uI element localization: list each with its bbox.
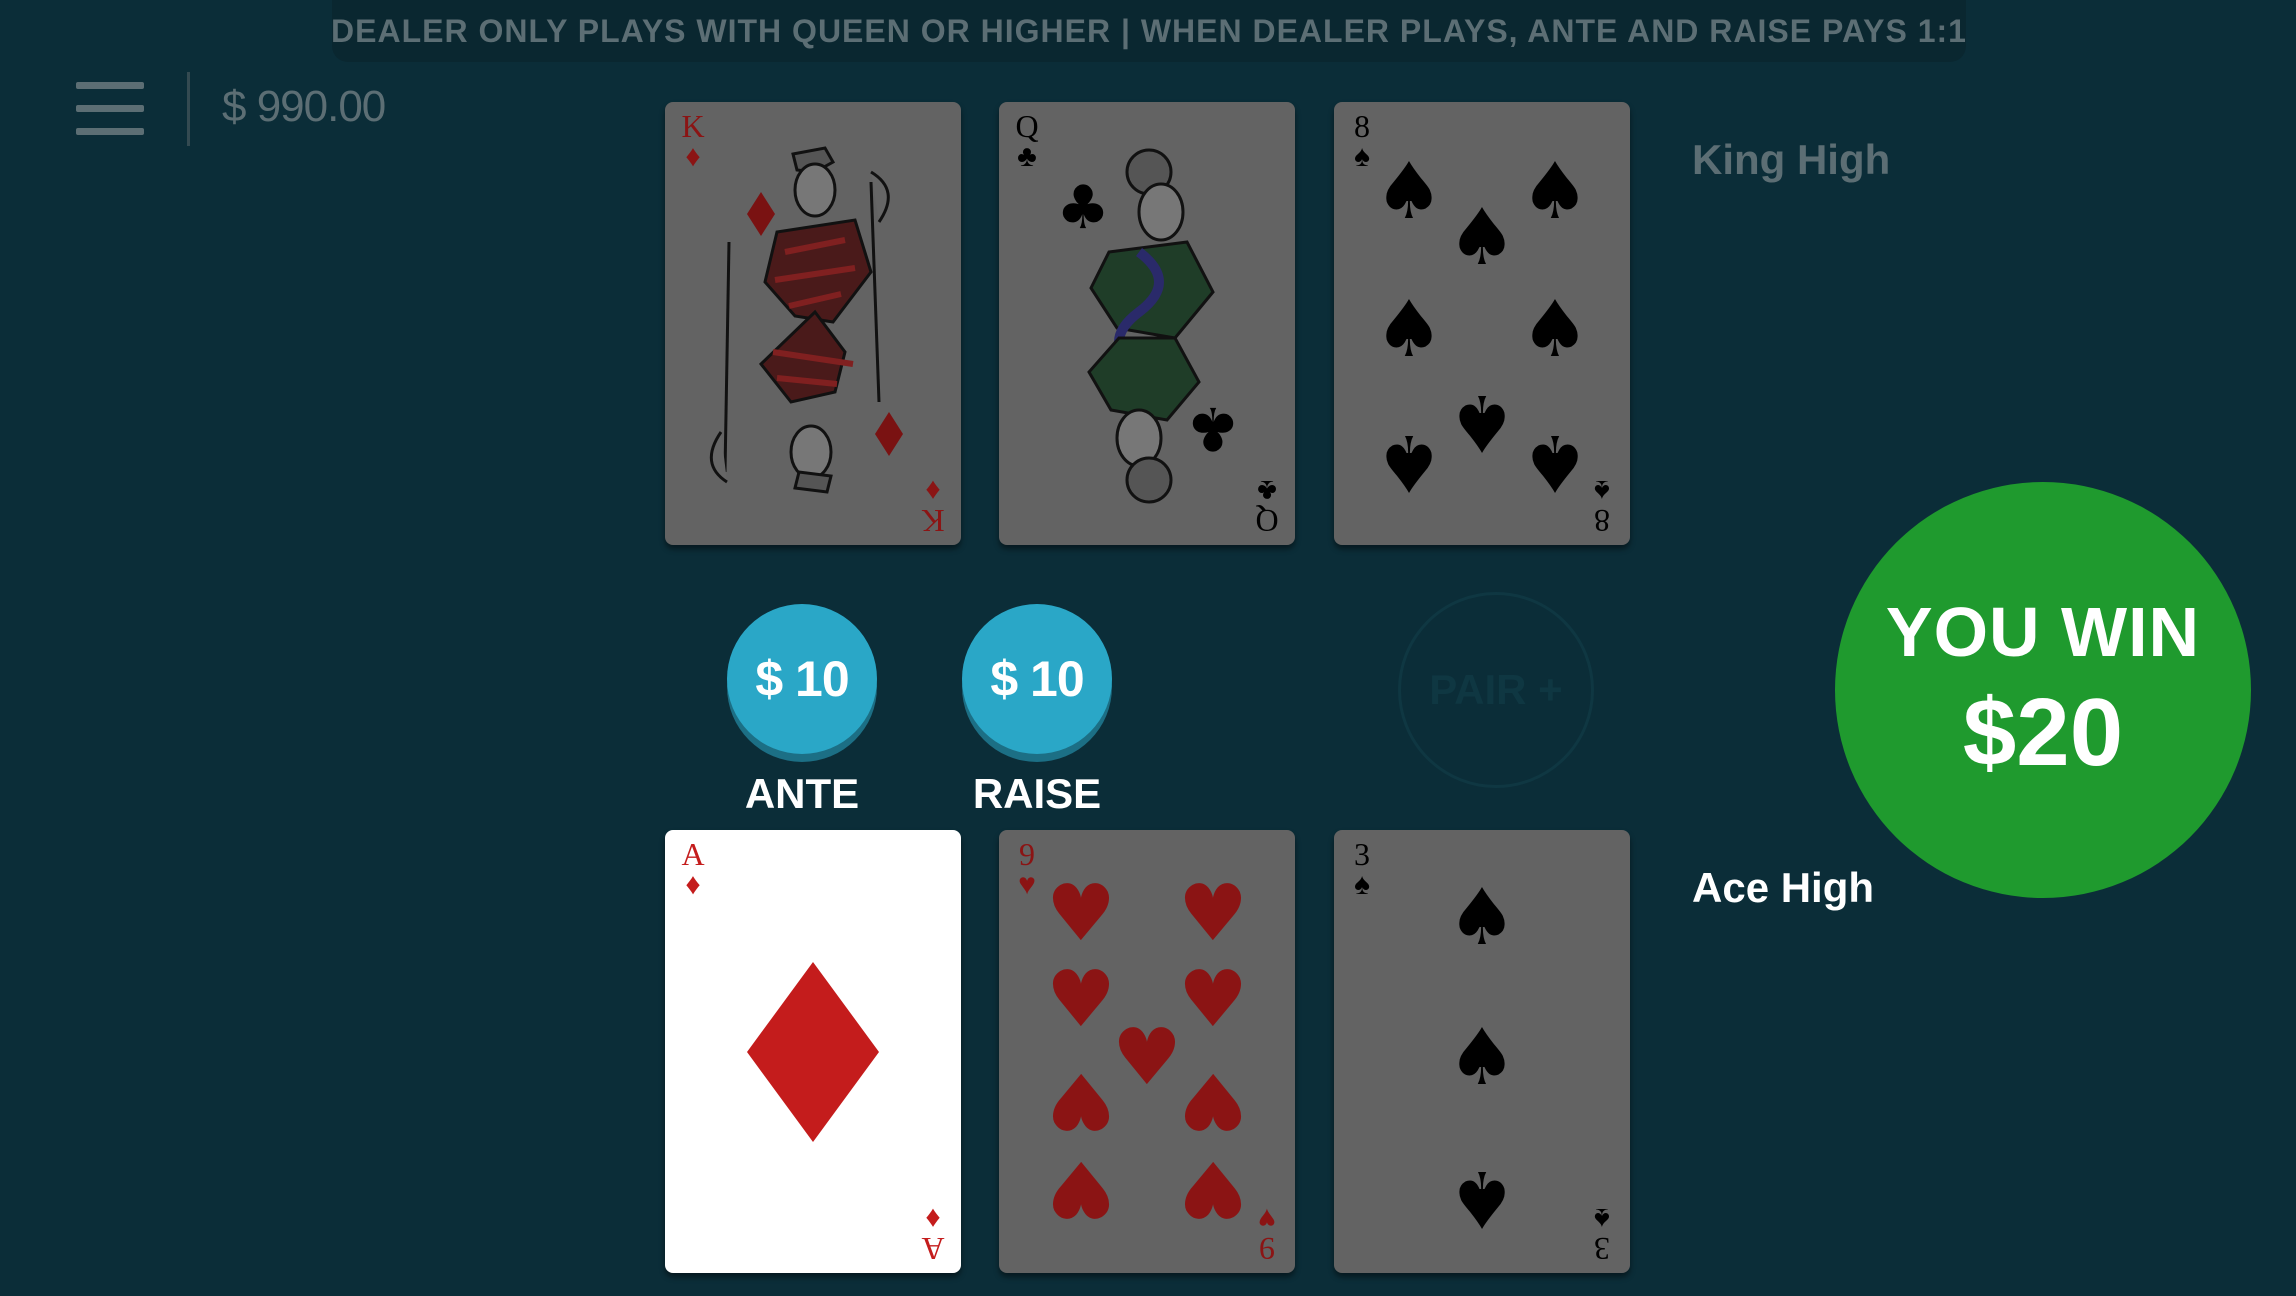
hamburger-menu-icon[interactable] xyxy=(74,80,148,140)
win-title: YOU WIN xyxy=(1885,593,2201,671)
balance-display: $ 990.00 xyxy=(222,82,386,131)
player-card-nine-of-hearts: 9 ♥ ♥ ♥ ♥ ♥ ♥ ♥ ♥ ♥ ♥ 9 ♥ xyxy=(999,830,1295,1273)
ante-label: ANTE xyxy=(744,770,860,817)
dealer-card-queen-of-clubs: Q ♣ ♣ ♣ Q ♣ xyxy=(999,102,1295,545)
suit-pip: ♥ xyxy=(1112,1013,1182,1103)
suit-pip: ♥ xyxy=(1178,1143,1248,1233)
card-corner: K ♦ xyxy=(921,474,945,539)
pair-plus-bet-spot[interactable]: PAIR + xyxy=(1398,592,1594,788)
suit-pip: ♥ xyxy=(1178,1055,1248,1145)
suit-pip: ♠ xyxy=(1520,417,1590,507)
raise-chip[interactable]: $ 10 xyxy=(962,604,1112,754)
card-corner: 3 ♠ xyxy=(1354,836,1370,901)
dealer-hand-name: King High xyxy=(1692,136,1891,183)
dealer-card-king-of-diamonds: K ♦ K ♦ xyxy=(665,102,961,545)
suit-pip: ♠ xyxy=(1374,285,1444,375)
suit-pip: ♥ xyxy=(1046,955,1116,1045)
player-hand-name: Ace High xyxy=(1692,864,1875,911)
suit-pip: ♠ xyxy=(1447,193,1517,283)
suit-pip: ♠ xyxy=(1520,285,1590,375)
suit-pip: ♠ xyxy=(1447,1013,1517,1103)
win-result-badge: YOU WIN $20 xyxy=(1835,482,2251,898)
suit-pip: ♠ xyxy=(1374,417,1444,507)
suit-pip: ♥ xyxy=(1046,1143,1116,1233)
player-card-ace-of-diamonds: A ♦ A ♦ xyxy=(665,830,961,1273)
raise-label: RAISE xyxy=(972,770,1102,817)
suit-pip: ♠ xyxy=(1447,873,1517,963)
card-corner: 9 ♥ xyxy=(1258,1202,1276,1267)
dealer-card-eight-of-spades: 8 ♠ ♠ ♠ ♠ ♠ ♠ ♠ ♠ ♠ 8 ♠ xyxy=(1334,102,1630,545)
suit-pip: ♥ xyxy=(1046,869,1116,959)
win-amount: $20 xyxy=(1962,679,2124,786)
header-divider xyxy=(187,72,190,146)
player-card-three-of-spades: 3 ♠ ♠ ♠ ♠ 3 ♠ xyxy=(1334,830,1630,1273)
suit-pip: ♠ xyxy=(1374,147,1444,237)
card-corner: 8 ♠ xyxy=(1594,474,1610,539)
suit-pip: ♥ xyxy=(1178,955,1248,1045)
suit-pip: ♠ xyxy=(1447,377,1517,467)
svg-text:♣: ♣ xyxy=(1186,393,1240,463)
suit-pip: ♥ xyxy=(1178,869,1248,959)
rules-banner: DEALER ONLY PLAYS WITH QUEEN OR HIGHER |… xyxy=(331,0,1966,62)
suit-pip: ♠ xyxy=(1447,1153,1517,1243)
suit-pip: ♥ xyxy=(1046,1055,1116,1145)
card-corner: 3 ♠ xyxy=(1594,1202,1610,1267)
card-corner: 9 ♥ xyxy=(1018,836,1036,901)
card-corner: Q ♣ xyxy=(1255,474,1279,539)
suit-pip: ♠ xyxy=(1520,147,1590,237)
card-corner: A ♦ xyxy=(921,1202,945,1267)
ante-chip[interactable]: $ 10 xyxy=(727,604,877,754)
svg-text:♣: ♣ xyxy=(1056,173,1110,243)
